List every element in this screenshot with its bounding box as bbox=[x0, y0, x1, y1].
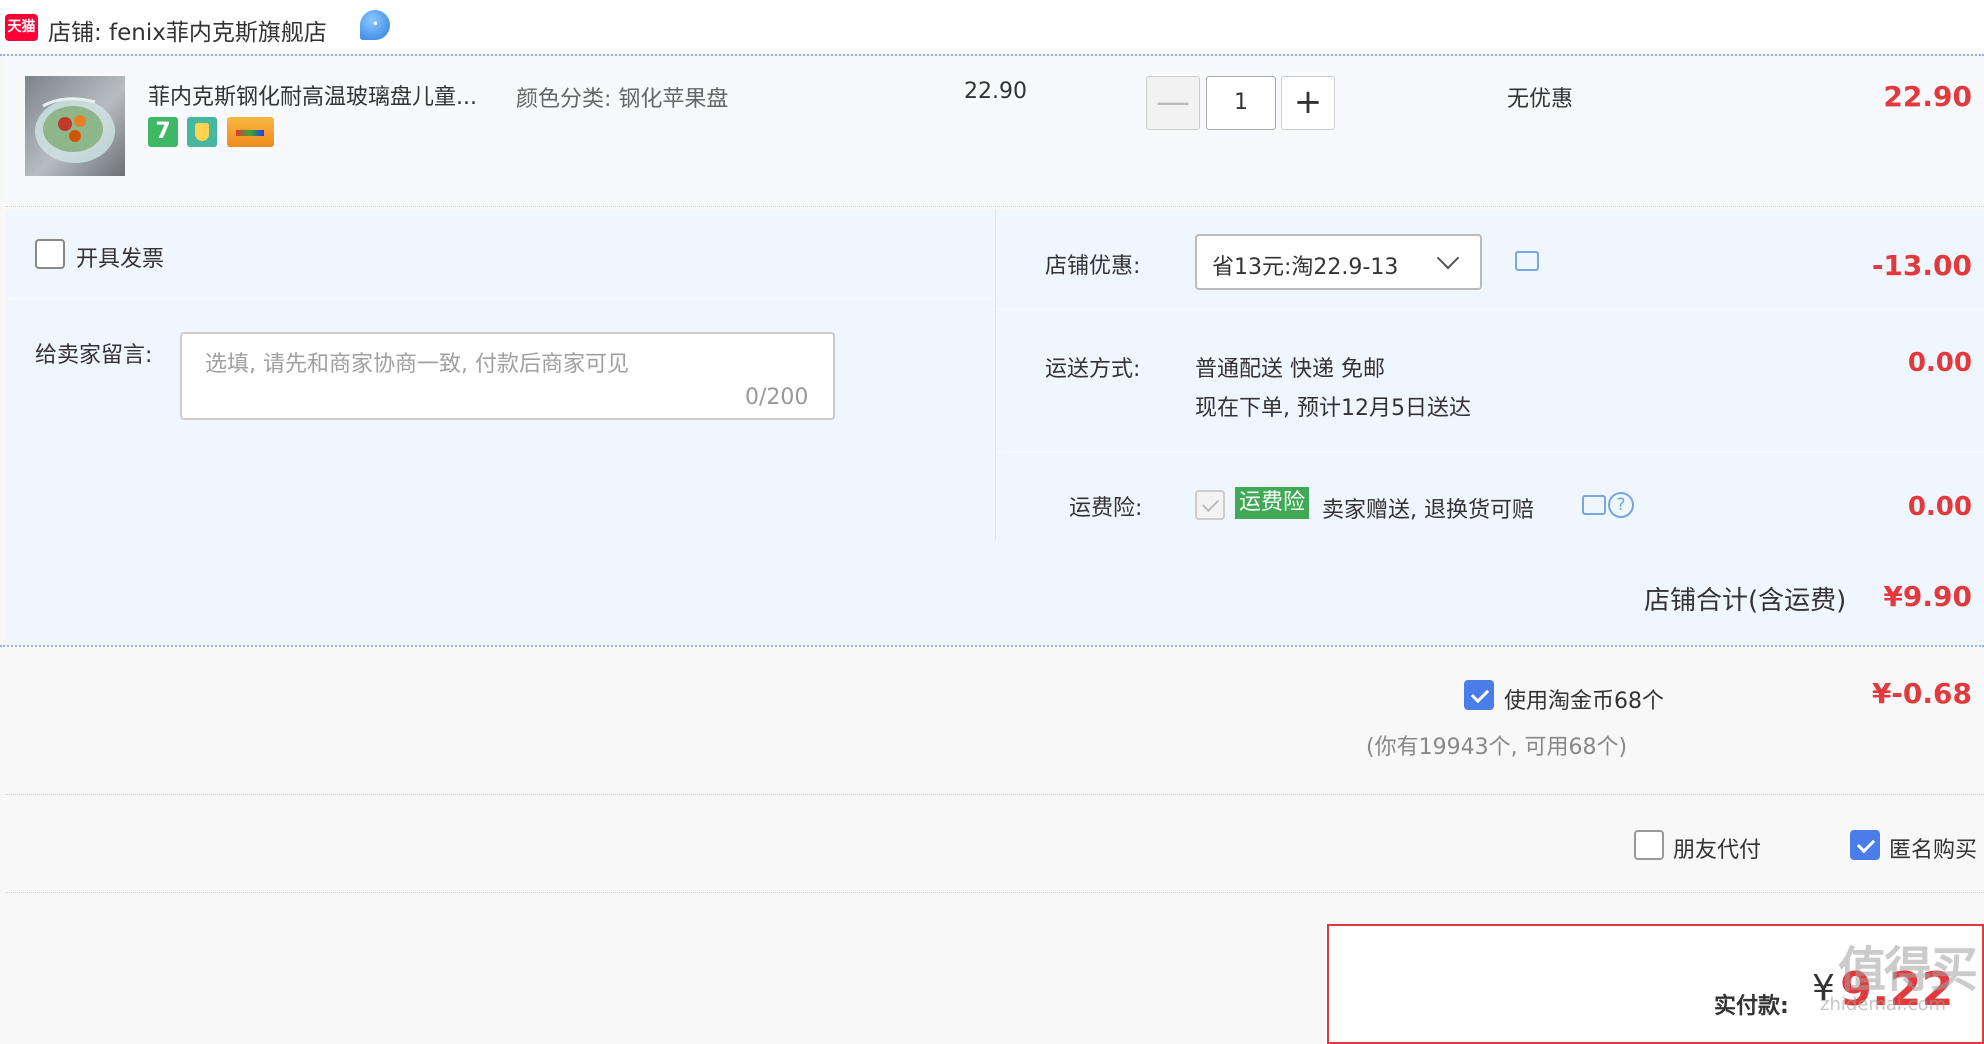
item-subtotal: 22.90 bbox=[1883, 80, 1972, 113]
store-total-label: 店铺合计(含运费) bbox=[1644, 586, 1847, 616]
taojinbi-checkbox[interactable] bbox=[1464, 680, 1494, 710]
divider bbox=[5, 892, 1984, 893]
wangwang-chat-icon[interactable]: • bbox=[360, 10, 390, 40]
divider bbox=[996, 308, 1984, 310]
store-coupon-amount: -13.00 bbox=[1871, 249, 1972, 282]
quantity-decrease-button[interactable]: — bbox=[1146, 76, 1200, 130]
product-title-link[interactable]: 菲内克斯钢化耐高温玻璃盘儿童... bbox=[148, 79, 477, 111]
shipping-method-label: 运送方式: bbox=[1045, 357, 1141, 382]
comment-icon[interactable] bbox=[1582, 489, 1606, 515]
invoice-checkbox[interactable] bbox=[35, 239, 65, 269]
divider bbox=[5, 206, 1984, 207]
store-coupon-selected-value[interactable]: 省13元:淘22.9-13 bbox=[1212, 249, 1398, 281]
item-discount: 无优惠 bbox=[1507, 87, 1574, 112]
seller-message-label: 给卖家留言: bbox=[35, 343, 153, 368]
taojinbi-note: (你有19943个, 可用68个) bbox=[1366, 735, 1628, 760]
shipping-eta: 现在下单, 预计12月5日送达 bbox=[1195, 396, 1471, 421]
shipping-amount: 0.00 bbox=[1907, 348, 1972, 378]
divider bbox=[0, 645, 1984, 647]
shipping-insurance-checkbox bbox=[1195, 490, 1225, 520]
shipping-insurance-label: 运费险: bbox=[1069, 496, 1143, 521]
anonymous-purchase-label[interactable]: 匿名购买 bbox=[1889, 832, 1977, 864]
shipping-insurance-tag: 运费险 bbox=[1235, 487, 1310, 519]
actual-payment-label: 实付款: bbox=[1714, 994, 1789, 1019]
seller-message-placeholder: 选填, 请先和商家协商一致, 付款后商家可见 bbox=[205, 352, 629, 377]
divider bbox=[5, 794, 1984, 795]
product-thumbnail[interactable] bbox=[25, 76, 125, 176]
friend-pay-label[interactable]: 朋友代付 bbox=[1673, 832, 1761, 864]
seller-message-char-count: 0/200 bbox=[745, 385, 809, 410]
tmall-logo-icon: 天猫 bbox=[5, 14, 38, 41]
comment-icon[interactable] bbox=[1515, 245, 1539, 271]
anonymous-purchase-checkbox[interactable] bbox=[1850, 830, 1880, 860]
product-spec: 颜色分类: 钢化苹果盘 bbox=[516, 87, 729, 112]
taojinbi-label[interactable]: 使用淘金币68个 bbox=[1504, 683, 1664, 715]
quantity-input[interactable]: 1 bbox=[1206, 76, 1276, 130]
watermark-logo: 值得买 bbox=[1838, 942, 1978, 998]
store-name-link[interactable]: 店铺: fenix菲内克斯旗舰店 bbox=[48, 13, 327, 47]
quantity-increase-button[interactable]: + bbox=[1281, 76, 1335, 130]
shipping-insurance-text: 卖家赠送, 退换货可赔 bbox=[1322, 498, 1534, 523]
shipping-insurance-amount: 0.00 bbox=[1907, 492, 1972, 522]
invoice-label[interactable]: 开具发票 bbox=[76, 241, 164, 273]
guarantee-badge-icon[interactable] bbox=[187, 117, 217, 147]
seven-day-return-badge-icon[interactable]: 7 bbox=[148, 117, 178, 147]
shipping-method-value: 普通配送 快递 免邮 bbox=[1195, 357, 1385, 382]
divider bbox=[995, 210, 996, 540]
store-coupon-label: 店铺优惠: bbox=[1045, 254, 1141, 279]
friend-pay-checkbox[interactable] bbox=[1634, 830, 1664, 860]
watermark-url: zhidemai.com bbox=[1820, 994, 1947, 1015]
taojinbi-amount: ¥-0.68 bbox=[1871, 677, 1972, 710]
divider bbox=[996, 451, 1984, 453]
unit-price: 22.90 bbox=[964, 79, 1027, 104]
store-total-amount: ¥9.90 bbox=[1883, 580, 1972, 613]
credit-card-badge-icon[interactable] bbox=[227, 117, 274, 147]
help-icon[interactable]: ? bbox=[1608, 492, 1634, 518]
divider bbox=[5, 298, 995, 300]
